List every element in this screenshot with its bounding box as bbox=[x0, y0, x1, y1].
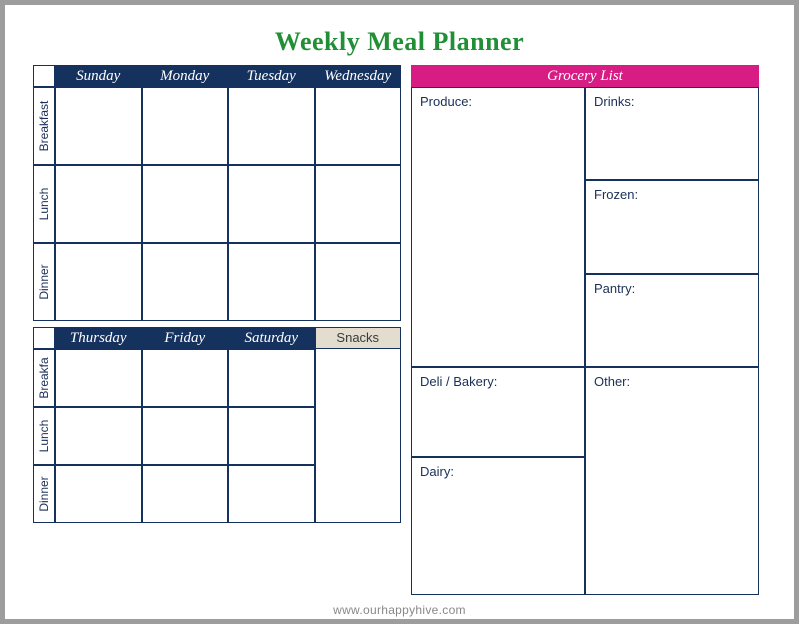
mealrow-breakfast: Breakfast bbox=[33, 87, 55, 165]
snacks-header: Snacks bbox=[315, 327, 402, 349]
meal-cell bbox=[55, 165, 142, 243]
mealrow-lunch: Lunch bbox=[33, 165, 55, 243]
grocery-header: Grocery List bbox=[411, 65, 759, 87]
meal-cell bbox=[142, 465, 229, 523]
grid-stub bbox=[33, 327, 55, 349]
content-area: Sunday Monday Tuesday Wednesday Breakfas… bbox=[33, 65, 766, 595]
planner-page: Weekly Meal Planner Sunday Monday Tuesda… bbox=[5, 5, 794, 619]
meal-cell bbox=[228, 465, 315, 523]
meal-grid-bottom: Thursday Friday Saturday Snacks Breakfa … bbox=[33, 327, 401, 523]
grocery-grid: Produce: Drinks: Frozen: Pantry: Deli / … bbox=[411, 87, 759, 595]
grocery-produce: Produce: bbox=[411, 87, 585, 367]
mealrow-dinner: Dinner bbox=[33, 243, 55, 321]
mealrow-breakfast-2: Breakfa bbox=[33, 349, 55, 407]
mealrow-lunch-2: Lunch bbox=[33, 407, 55, 465]
meal-cell bbox=[228, 349, 315, 407]
grocery-deli: Deli / Bakery: bbox=[411, 367, 585, 457]
meal-cell bbox=[228, 407, 315, 465]
mealrow-dinner-2: Dinner bbox=[33, 465, 55, 523]
day-header-monday: Monday bbox=[142, 65, 229, 87]
meal-cell bbox=[142, 243, 229, 321]
meal-cell bbox=[142, 87, 229, 165]
day-header-friday: Friday bbox=[142, 327, 229, 349]
meal-grids: Sunday Monday Tuesday Wednesday Breakfas… bbox=[33, 65, 401, 595]
meal-cell bbox=[315, 87, 402, 165]
grocery-pantry: Pantry: bbox=[585, 274, 759, 367]
grocery-right-top: Drinks: Frozen: Pantry: bbox=[585, 87, 759, 367]
day-header-saturday: Saturday bbox=[228, 327, 315, 349]
grid-stub bbox=[33, 65, 55, 87]
meal-cell bbox=[228, 87, 315, 165]
grocery-dairy: Dairy: bbox=[411, 457, 585, 595]
day-header-wednesday: Wednesday bbox=[315, 65, 402, 87]
meal-cell bbox=[228, 243, 315, 321]
meal-cell bbox=[55, 465, 142, 523]
meal-cell bbox=[55, 87, 142, 165]
meal-cell bbox=[315, 165, 402, 243]
grocery-drinks: Drinks: bbox=[585, 87, 759, 180]
footer-url: www.ourhappyhive.com bbox=[33, 603, 766, 617]
meal-cell bbox=[142, 407, 229, 465]
meal-cell bbox=[55, 349, 142, 407]
meal-cell bbox=[142, 165, 229, 243]
meal-grid-top: Sunday Monday Tuesday Wednesday Breakfas… bbox=[33, 65, 401, 321]
meal-cell bbox=[55, 243, 142, 321]
day-header-sunday: Sunday bbox=[55, 65, 142, 87]
grocery-other: Other: bbox=[585, 367, 759, 595]
meal-cell bbox=[55, 407, 142, 465]
day-header-thursday: Thursday bbox=[55, 327, 142, 349]
meal-cell bbox=[142, 349, 229, 407]
meal-cell bbox=[228, 165, 315, 243]
grocery-list: Grocery List Produce: Drinks: Frozen: Pa… bbox=[411, 65, 759, 595]
grocery-frozen: Frozen: bbox=[585, 180, 759, 273]
page-title: Weekly Meal Planner bbox=[33, 27, 766, 57]
meal-cell bbox=[315, 243, 402, 321]
day-header-tuesday: Tuesday bbox=[228, 65, 315, 87]
snacks-cell bbox=[315, 349, 402, 523]
